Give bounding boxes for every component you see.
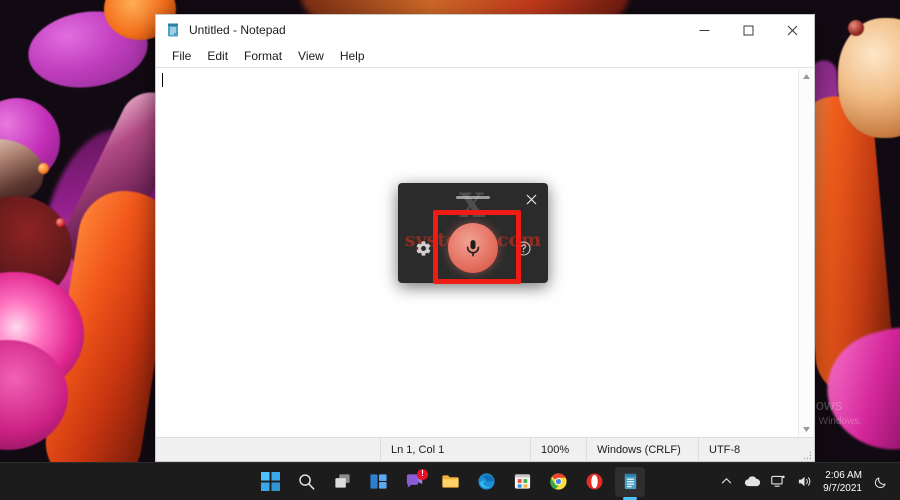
vertical-scrollbar[interactable] (798, 68, 814, 437)
desktop[interactable]: Activate Windows Go to Settings to activ… (0, 0, 900, 500)
task-view-button[interactable] (327, 467, 357, 497)
resize-grip-icon (803, 451, 812, 460)
drag-handle[interactable] (456, 196, 490, 199)
text-cursor (162, 73, 163, 87)
moon-icon (874, 475, 888, 489)
widgets-icon (369, 472, 388, 491)
start-button[interactable] (255, 467, 285, 497)
status-zoom: 100% (530, 438, 586, 462)
chrome-button[interactable] (543, 467, 573, 497)
status-encoding: UTF-8 (698, 438, 798, 462)
cloud-icon (744, 475, 761, 488)
windows-start-icon (261, 472, 280, 491)
clock-date: 9/7/2021 (823, 482, 862, 495)
microphone-button[interactable] (448, 223, 498, 273)
menu-item-edit[interactable]: Edit (199, 48, 236, 64)
maximize-button[interactable] (726, 15, 770, 45)
microphone-icon (463, 238, 483, 258)
notepad-taskbar-button[interactable] (615, 467, 645, 497)
voice-typing-help-button[interactable] (510, 235, 536, 261)
widgets-button[interactable] (363, 467, 393, 497)
tray-overflow-button[interactable] (713, 463, 739, 500)
store-icon (513, 472, 532, 491)
status-cursor-position: Ln 1, Col 1 (380, 438, 530, 462)
chevron-down-icon (803, 427, 810, 432)
close-icon (787, 25, 798, 36)
chevron-up-icon (721, 476, 732, 487)
gear-icon (415, 240, 432, 257)
network-icon (771, 474, 786, 489)
close-button[interactable] (770, 15, 814, 45)
notepad-title-bar[interactable]: Untitled - Notepad (156, 15, 814, 45)
menu-item-file[interactable]: File (164, 48, 199, 64)
wallpaper-blob (848, 20, 864, 36)
store-button[interactable] (507, 467, 537, 497)
scroll-down-button[interactable] (799, 421, 815, 437)
edge-button[interactable] (471, 467, 501, 497)
taskbar[interactable]: ! (0, 462, 900, 500)
help-circle-icon (515, 240, 532, 257)
voice-typing-close-button[interactable] (520, 189, 542, 209)
search-button[interactable] (291, 467, 321, 497)
menu-item-format[interactable]: Format (236, 48, 290, 64)
minimize-icon (699, 25, 710, 36)
clock[interactable]: 2:06 AM 9/7/2021 (817, 463, 870, 500)
notepad-menu-bar[interactable]: File Edit Format View Help (156, 45, 814, 67)
menu-item-view[interactable]: View (290, 48, 332, 64)
voice-typing-controls[interactable] (398, 213, 548, 283)
voice-typing-settings-button[interactable] (410, 235, 436, 261)
notepad-title: Untitled - Notepad (189, 23, 682, 37)
volume-icon (797, 474, 812, 489)
close-icon (526, 194, 537, 205)
opera-button[interactable] (579, 467, 609, 497)
menu-item-help[interactable]: Help (332, 48, 373, 64)
minimize-button[interactable] (682, 15, 726, 45)
chevron-up-icon (803, 74, 810, 79)
maximize-icon (743, 25, 754, 36)
edge-icon (477, 472, 496, 491)
file-explorer-button[interactable] (435, 467, 465, 497)
resize-grip[interactable] (798, 438, 814, 462)
wallpaper-blob (38, 163, 49, 174)
network-button[interactable] (765, 463, 791, 500)
wallpaper-blob (56, 218, 65, 227)
chat-button[interactable]: ! (399, 467, 429, 497)
onedrive-button[interactable] (739, 463, 765, 500)
volume-button[interactable] (791, 463, 817, 500)
opera-icon (585, 472, 604, 491)
chrome-icon (549, 472, 568, 491)
notepad-status-bar: Ln 1, Col 1 100% Windows (CRLF) UTF-8 (156, 437, 814, 461)
voice-typing-panel[interactable]: X systeem.com (398, 183, 548, 283)
status-line-ending: Windows (CRLF) (586, 438, 698, 462)
voice-typing-header[interactable] (398, 183, 548, 213)
notification-center-button[interactable] (870, 463, 892, 500)
chat-badge: ! (417, 469, 428, 480)
task-view-icon (333, 472, 352, 491)
search-icon (297, 472, 316, 491)
system-tray[interactable]: 2:06 AM 9/7/2021 (713, 463, 892, 500)
notepad-icon (165, 22, 181, 38)
scroll-up-button[interactable] (799, 68, 815, 84)
folder-icon (441, 472, 460, 491)
notepad-icon (621, 472, 640, 491)
clock-time: 2:06 AM (825, 469, 862, 482)
